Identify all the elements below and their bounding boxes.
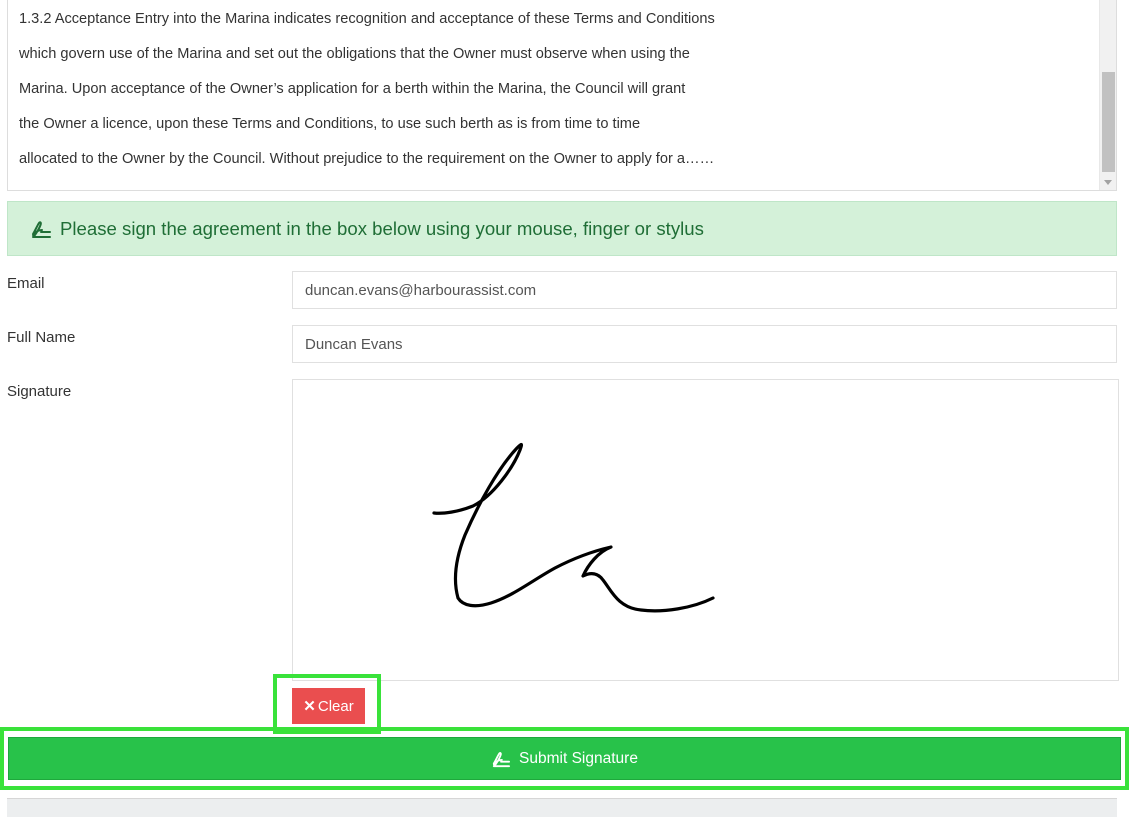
clear-highlight: ✕ Clear [273, 674, 381, 734]
notice-text: Please sign the agreement in the box bel… [60, 217, 704, 239]
close-icon: ✕ [303, 698, 316, 715]
terms-line: allocated to the Owner by the Council. W… [19, 151, 715, 167]
email-field[interactable] [292, 271, 1117, 309]
submit-highlight: Submit Signature [0, 727, 1129, 790]
clear-button-label: Clear [317, 697, 354, 715]
signature-icon [30, 219, 52, 239]
terms-line: Marina. Upon acceptance of the Owner’s a… [19, 81, 686, 97]
submit-signature-button[interactable]: Submit Signature [8, 737, 1121, 780]
submit-button-label: Submit Signature [519, 749, 638, 767]
signature-drawing [432, 442, 715, 613]
email-label: Email [7, 275, 45, 292]
scroll-down-arrow-icon[interactable] [1104, 180, 1112, 185]
full-name-field[interactable] [292, 325, 1117, 363]
clear-button[interactable]: ✕ Clear [292, 688, 365, 724]
terms-line: which govern use of the Marina and set o… [19, 46, 690, 62]
terms-line: the Owner a licence, upon these Terms an… [19, 116, 641, 132]
sign-instruction-notice: Please sign the agreement in the box bel… [7, 201, 1117, 256]
signature-pad[interactable] [292, 379, 1119, 681]
terms-text: 1.3.2 Acceptance Entry into the Marina i… [19, 2, 1099, 177]
terms-scroll-box[interactable]: 1.3.2 Acceptance Entry into the Marina i… [7, 0, 1117, 191]
terms-scrollbar[interactable] [1099, 0, 1116, 190]
terms-line: 1.3.2 Acceptance Entry into the Marina i… [19, 11, 715, 27]
scrollbar-thumb[interactable] [1102, 72, 1115, 172]
signature-label: Signature [7, 383, 72, 400]
full-name-label: Full Name [7, 329, 76, 346]
signature-icon [491, 750, 511, 768]
footer-bar [7, 798, 1117, 817]
